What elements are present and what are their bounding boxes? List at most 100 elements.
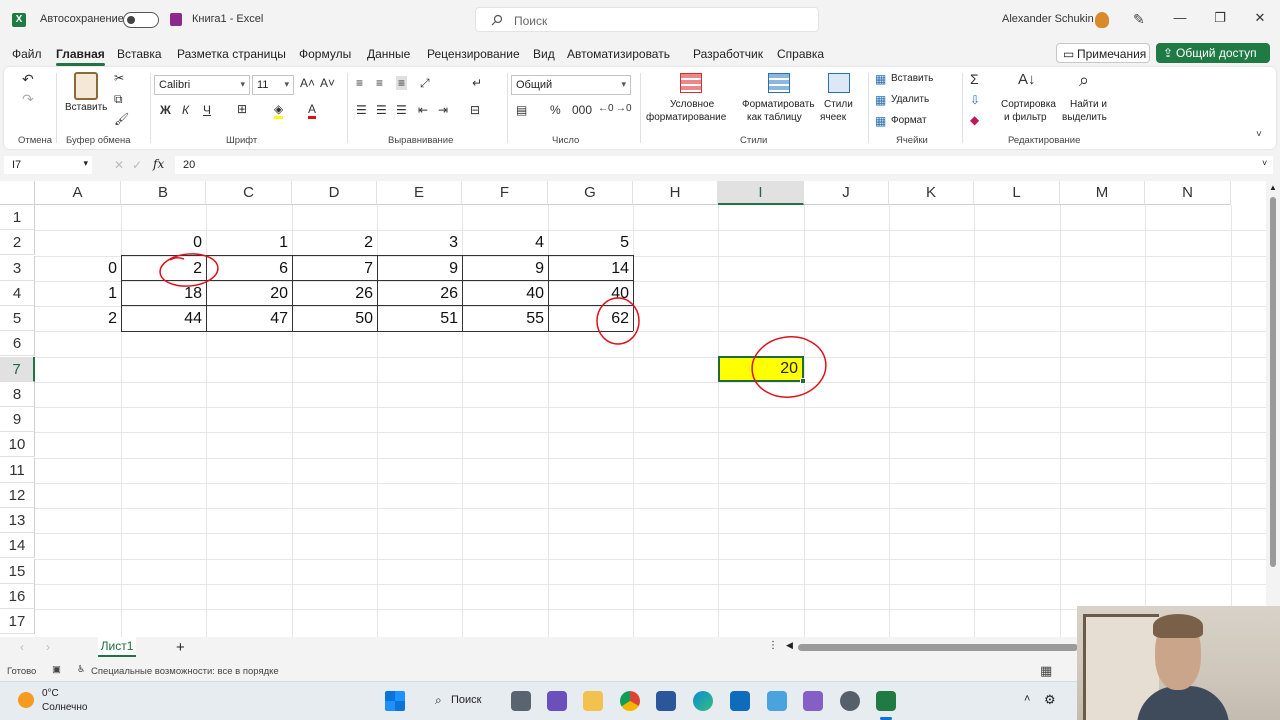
add-sheet-button[interactable]: + [176,639,185,656]
increase-indent-icon[interactable]: ⇥ [438,103,448,117]
tray-chevron-icon[interactable]: ˄ [1024,693,1030,705]
increase-decimal-icon[interactable]: ←0 [598,103,614,114]
excel-taskbar-icon[interactable] [876,691,896,711]
delete-cells-label[interactable]: Удалить [891,94,929,105]
sort-filter-icon[interactable]: A↓ [1018,71,1036,88]
menu-help[interactable]: Справка [777,47,824,61]
share-button[interactable]: ⇪ Общий доступ [1156,43,1270,63]
decrease-indent-icon[interactable]: ⇤ [418,103,428,117]
paste-icon[interactable] [74,72,98,100]
taskbar-search[interactable]: ⌕ Поиск [425,690,493,712]
tab-splitter-icon[interactable]: ⋮ [768,640,778,651]
sort-filter-label-2[interactable]: и фильтр [1004,112,1047,123]
currency-icon[interactable]: ▤ [516,103,527,117]
normal-view-icon[interactable]: ▦ [1040,663,1052,679]
comments-button[interactable]: ▭ Примечания [1056,43,1150,63]
worksheet-grid[interactable]: A B C D E F G H I J K L M N 1 2 3 4 5 6 … [0,181,1266,637]
close-button[interactable]: ✕ [1250,10,1270,30]
orientation-icon[interactable]: ⤢ [420,76,430,91]
align-right-icon[interactable]: ☰ [396,103,407,117]
find-select-label-1[interactable]: Найти и [1070,99,1107,110]
merge-cells-icon[interactable]: ⊟ [470,103,480,117]
name-box[interactable]: I7 ▾ [4,156,92,174]
fill-color-icon[interactable]: ◈ [274,102,284,119]
restore-button[interactable]: ❐ [1210,10,1230,30]
horizontal-scroll-thumb[interactable] [798,644,1078,651]
start-icon[interactable] [385,691,405,711]
scroll-left-icon[interactable]: ◀ [786,640,793,651]
expand-formula-icon[interactable]: ˅ [1262,158,1267,168]
number-format-select[interactable]: Общий ▾ [511,75,631,95]
menu-view[interactable]: Вид [533,47,555,61]
font-name-select[interactable]: Calibri ▾ [154,75,250,95]
menu-data[interactable]: Данные [367,47,410,61]
next-sheet-icon[interactable]: › [46,640,50,654]
chrome-icon[interactable] [620,691,640,711]
align-center-icon[interactable]: ☰ [376,103,387,117]
align-bottom-icon[interactable]: ≡ [396,76,408,90]
cell-styles-label-2[interactable]: ячеек [820,112,846,123]
macro-record-icon[interactable]: ▣ [52,664,61,675]
mail-icon[interactable] [730,691,750,711]
visual-studio-icon[interactable] [803,691,823,711]
menu-home[interactable]: Главная [56,47,105,66]
weather-icon[interactable] [18,692,34,708]
conditional-formatting-icon[interactable] [680,73,702,93]
format-painter-icon[interactable]: 🖌 [114,112,129,126]
word-icon[interactable] [656,691,676,711]
accessibility-status[interactable]: Специальные возможности: все в порядке [91,666,279,677]
scroll-up-icon[interactable]: ▲ [1269,183,1277,192]
menu-developer[interactable]: Разработчик [693,47,763,61]
conditional-formatting-label-2[interactable]: форматирование [646,112,726,123]
conditional-formatting-label-1[interactable]: Условное [670,99,714,110]
italic-button[interactable]: К [182,103,189,117]
cell-styles-label-1[interactable]: Стили [824,99,853,110]
vertical-scrollbar[interactable]: ▲ [1266,181,1280,637]
accessibility-icon[interactable]: ♿ [77,664,86,675]
file-explorer-icon[interactable] [583,691,603,711]
underline-button[interactable]: Ч [203,103,211,117]
borders-icon[interactable]: ⊞ [237,102,247,116]
insert-cells-label[interactable]: Вставить [891,73,933,84]
menu-file[interactable]: Файл [12,47,42,61]
settings-icon[interactable] [840,691,860,711]
autosave-toggle[interactable] [123,12,159,28]
percent-icon[interactable]: % [550,103,561,117]
formula-input[interactable]: 20 [175,156,1273,174]
paste-label[interactable]: Вставить [65,102,107,113]
bold-button[interactable]: Ж [160,103,171,117]
find-select-label-2[interactable]: выделить [1062,112,1107,123]
align-middle-icon[interactable]: ≡ [376,76,383,90]
format-as-table-label-2[interactable]: как таблицу [747,112,802,123]
font-color-icon[interactable]: A [308,102,317,119]
user-avatar[interactable] [1095,12,1109,28]
clear-icon[interactable]: ◆ [970,113,979,127]
prev-sheet-icon[interactable]: ‹ [20,640,24,654]
sheet-tab-active[interactable]: Лист1 [98,637,136,657]
format-cells-icon[interactable]: ▦ [875,114,886,128]
minimize-button[interactable]: — [1170,10,1190,30]
fill-icon[interactable]: ⇩ [970,93,980,107]
font-grow-icon[interactable]: A˄ [300,76,315,90]
user-name[interactable]: Alexander Schukin [1002,13,1094,25]
collapse-ribbon-icon[interactable]: ˅ [1256,129,1262,140]
menu-review[interactable]: Рецензирование [427,47,520,61]
task-view-icon[interactable] [511,691,531,711]
font-size-select[interactable]: 11 ▾ [252,75,294,95]
align-top-icon[interactable]: ≡ [356,76,363,90]
vertical-scroll-thumb[interactable] [1270,197,1276,567]
delete-cells-icon[interactable]: ▦ [875,93,886,107]
autosum-icon[interactable]: Σ [970,71,979,87]
copy-icon[interactable]: ⧉ [114,92,123,107]
insert-cells-icon[interactable]: ▦ [875,72,886,86]
menu-insert[interactable]: Вставка [117,47,162,61]
format-as-table-label-1[interactable]: Форматировать [742,99,815,110]
cut-icon[interactable]: ✂ [114,71,124,85]
redo-icon[interactable]: ↷ [22,91,34,108]
tray-settings-icon[interactable]: ⚙ [1044,692,1056,708]
undo-icon[interactable]: ↶ [22,71,34,88]
format-cells-label[interactable]: Формат [891,115,927,126]
wrap-text-icon[interactable]: ↵ [472,76,482,90]
font-shrink-icon[interactable]: A˅ [320,76,335,90]
decrease-decimal-icon[interactable]: →0 [616,103,632,114]
